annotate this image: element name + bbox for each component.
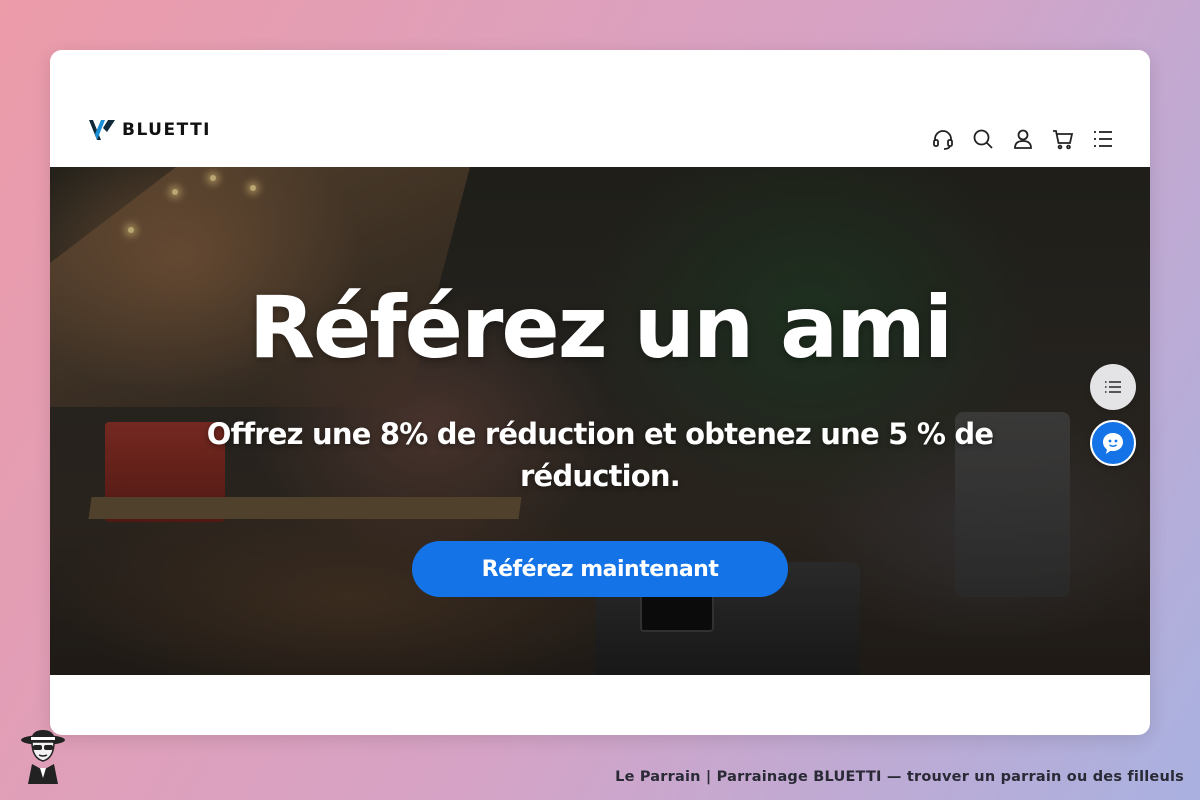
- chat-icon[interactable]: [1090, 420, 1136, 466]
- site-header: BLUETTI: [50, 50, 1150, 167]
- menu-icon[interactable]: [1090, 126, 1116, 152]
- refer-now-button[interactable]: Référez maintenant: [412, 541, 788, 597]
- hero-subtitle: Offrez une 8% de réduction et obtenez un…: [206, 417, 994, 493]
- footer-caption: Le Parrain | Parrainage BLUETTI — trouve…: [615, 769, 1184, 785]
- hero-banner: Référez un ami Offrez une 8% de réductio…: [50, 167, 1150, 675]
- browser-card: BLUETTI Référez un ami Offrez une 8% de …: [50, 50, 1150, 735]
- hero-content: Référez un ami Offrez une 8% de réductio…: [50, 167, 1150, 675]
- brand-logo[interactable]: BLUETTI: [88, 118, 211, 142]
- le-parrain-mascot-logo: [21, 730, 65, 784]
- brand-name: BLUETTI: [122, 120, 212, 140]
- bluetti-logo-icon: [89, 120, 115, 140]
- cart-icon[interactable]: [1050, 126, 1076, 152]
- headset-icon[interactable]: [930, 126, 956, 152]
- list-icon[interactable]: [1090, 364, 1136, 410]
- header-toolbar: [930, 126, 1116, 152]
- search-icon[interactable]: [970, 126, 996, 152]
- hero-title: Référez un ami: [248, 278, 954, 378]
- user-icon[interactable]: [1010, 126, 1036, 152]
